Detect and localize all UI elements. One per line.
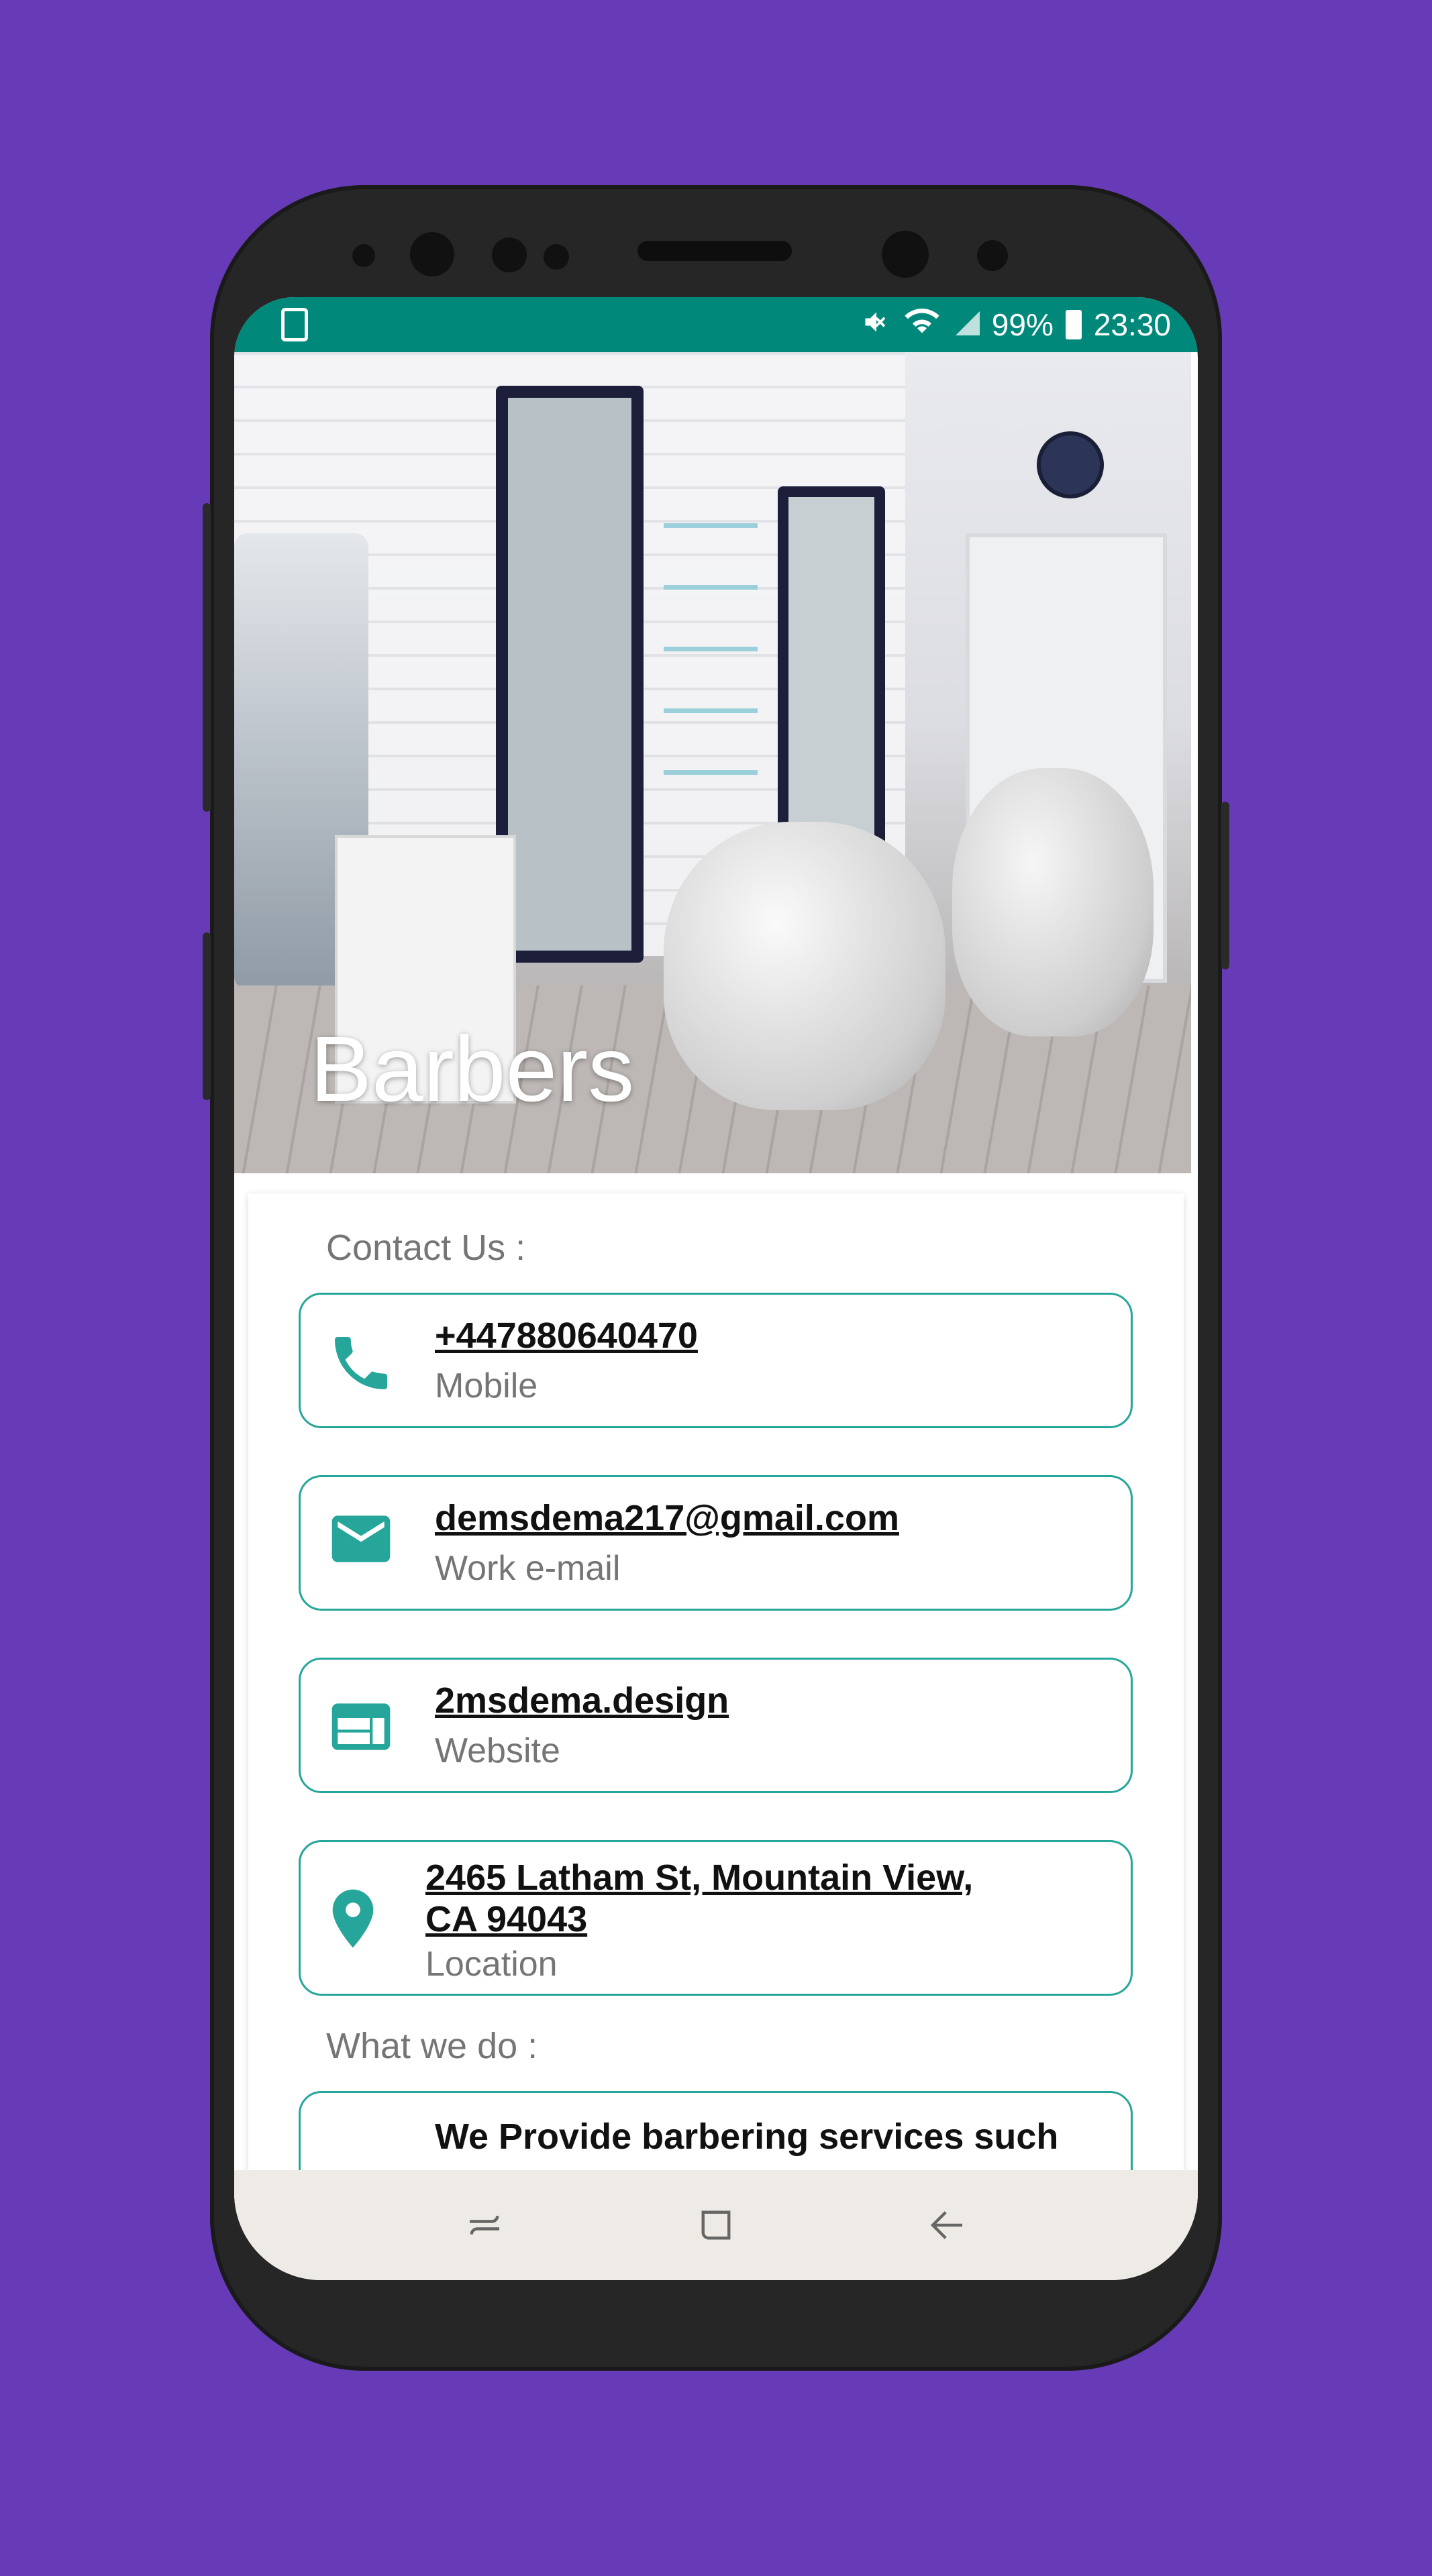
phone-contact-item[interactable]: +447880640470 Mobile (299, 1293, 1133, 1428)
hero-chair (664, 822, 945, 1110)
about-text: We Provide barbering services such (435, 2116, 1059, 2157)
status-bar: 99% 23:30 (234, 297, 1198, 352)
volume-button (203, 503, 211, 812)
signal-icon (953, 307, 980, 342)
phone-icon (326, 1328, 396, 1401)
about-section-label: What we do : (326, 2026, 538, 2066)
mail-icon (326, 1504, 396, 1577)
front-sensor (352, 244, 375, 267)
front-sensor (492, 237, 527, 272)
battery-percent: 99% (991, 307, 1054, 342)
address-link[interactable]: 2465 Latham St, Mountain View, CA 94043 (425, 1857, 973, 1940)
back-button[interactable] (917, 2195, 978, 2255)
website-link[interactable]: 2msdema.design (435, 1680, 729, 1721)
front-sensor (977, 240, 1008, 271)
home-button[interactable] (686, 2195, 746, 2255)
app-screen: 99% 23:30 Barbers Contact Us : +44788064… (234, 297, 1198, 2280)
hero-shelf (664, 466, 758, 802)
status-icons: 99% 23:30 (862, 307, 1171, 343)
hero-chair (952, 768, 1154, 1036)
contact-section-label: Contact Us : (326, 1228, 526, 1268)
hero-clock (1037, 431, 1104, 498)
front-sensor (544, 244, 569, 270)
earpiece-speaker (637, 241, 792, 261)
location-label: Location (425, 1945, 558, 1984)
battery-icon (1065, 310, 1082, 339)
phone-number-link[interactable]: +447880640470 (435, 1315, 698, 1356)
power-button (1221, 802, 1229, 969)
email-contact-item[interactable]: demsdema217@gmail.com Work e-mail (299, 1475, 1133, 1611)
email-link[interactable]: demsdema217@gmail.com (435, 1497, 899, 1539)
wifi-icon (903, 307, 941, 342)
hero-mirror (496, 386, 644, 963)
mute-icon (862, 307, 891, 342)
hero-image: Barbers (234, 352, 1191, 1173)
phone-label: Mobile (435, 1366, 538, 1405)
navigation-bar (234, 2170, 1198, 2280)
recents-button[interactable] (454, 2195, 515, 2255)
page-title: Barbers (310, 1018, 635, 1121)
phone-vibrate-icon (281, 308, 308, 341)
website-contact-item[interactable]: 2msdema.design Website (299, 1658, 1133, 1793)
bixby-button (203, 932, 211, 1100)
front-sensor (410, 232, 454, 276)
front-camera (882, 231, 929, 278)
status-time: 23:30 (1093, 307, 1171, 342)
email-label: Work e-mail (435, 1549, 621, 1588)
content-card: Contact Us : +447880640470 Mobile demsde… (248, 1193, 1184, 2280)
web-icon (326, 1692, 396, 1765)
location-contact-item[interactable]: 2465 Latham St, Mountain View, CA 94043 … (299, 1840, 1133, 1996)
website-label: Website (435, 1731, 560, 1770)
location-icon (318, 1881, 388, 1960)
